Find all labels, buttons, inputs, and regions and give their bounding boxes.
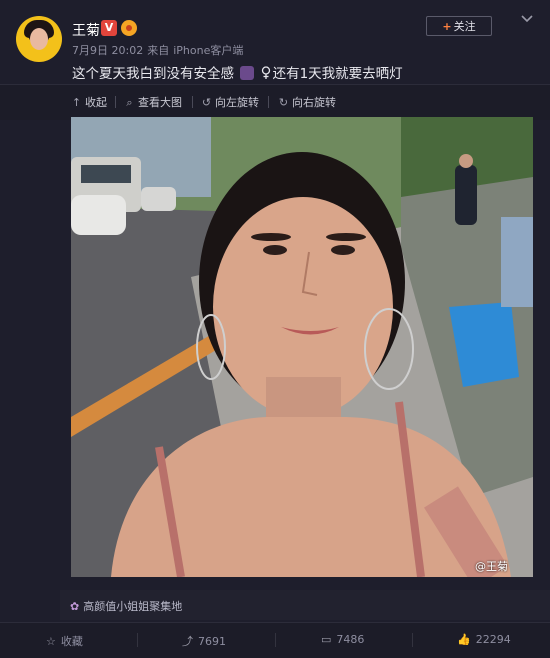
weibo-post-card: 王菊 V 7月9日 20:02 来自 iPhone客户端 + 关注 这个夏天我白到没有… <box>0 0 550 658</box>
like-count: 22294 <box>475 633 511 646</box>
post-timestamp[interactable]: 7月9日 20:02 <box>72 44 143 57</box>
rotate-left-button[interactable]: ↺ 向左旋转 <box>201 94 259 110</box>
divider <box>268 96 269 108</box>
arrow-up-icon: ↑ <box>71 96 82 109</box>
rotate-left-icon: ↺ <box>201 96 212 109</box>
divider <box>137 633 138 647</box>
divider <box>275 633 276 647</box>
post-meta: 7月9日 20:02 来自 iPhone客户端 <box>72 42 247 58</box>
comment-icon: ▭ <box>321 633 332 646</box>
comment-button[interactable]: ▭ 7486 <box>321 633 364 646</box>
post-source[interactable]: iPhone客户端 <box>173 44 243 57</box>
rotate-right-icon: ↻ <box>278 96 289 109</box>
topic-link[interactable]: ✿ 高颜值小姐姐聚集地 <box>70 598 182 614</box>
thumbs-up-icon: 👍 <box>457 633 471 646</box>
search-icon: ⌕ <box>126 96 133 109</box>
divider <box>192 96 193 108</box>
rotate-left-label: 向左旋转 <box>215 96 259 109</box>
follow-label: 关注 <box>453 20 476 33</box>
favorite-label: 收藏 <box>60 635 83 648</box>
female-sign-icon <box>261 66 270 79</box>
repost-button[interactable]: ⤴ 7691 <box>182 633 226 649</box>
image-watermark: @王菊 <box>475 560 508 573</box>
favorite-button[interactable]: ☆ 收藏 <box>46 633 83 649</box>
post-text-part2: 还有1天我就要去晒灯 <box>272 66 403 82</box>
username[interactable]: 王菊 <box>72 20 100 40</box>
star-icon: ☆ <box>46 635 56 648</box>
action-bar: ☆ 收藏 ⤴ 7691 ▭ 7486 👍 22294 <box>0 622 550 658</box>
repost-icon: ⤴ <box>182 635 193 648</box>
rotate-right-button[interactable]: ↻ 向右旋转 <box>278 94 336 110</box>
avatar[interactable] <box>16 16 62 62</box>
flower-icon: ✿ <box>70 600 80 613</box>
comment-count: 7486 <box>336 633 365 646</box>
view-large-button[interactable]: ⌕ 查看大图 <box>124 94 182 110</box>
collapse-label: 收起 <box>85 96 107 109</box>
selfie-illustration <box>71 117 533 577</box>
topic-label: 高颜值小姐姐聚集地 <box>83 600 183 613</box>
member-level-icon <box>121 20 137 36</box>
divider <box>115 96 116 108</box>
plus-icon: + <box>442 20 452 33</box>
rotate-right-label: 向右旋转 <box>292 96 336 109</box>
verified-badge-icon: V <box>101 20 117 36</box>
repost-count: 7691 <box>198 635 226 648</box>
emoji-icon <box>240 66 255 80</box>
post-text: 这个夏天我白到没有安全感 还有1天我就要去晒灯 <box>72 62 403 82</box>
avatar-face <box>30 28 48 50</box>
post-text-part1: 这个夏天我白到没有安全感 <box>72 66 234 82</box>
topic-row: ✿ 高颜值小姐姐聚集地 <box>0 590 550 620</box>
like-button[interactable]: 👍 22294 <box>457 633 511 646</box>
source-prefix: 来自 <box>147 44 170 57</box>
chevron-down-icon[interactable] <box>520 12 534 26</box>
post-image[interactable] <box>71 117 533 577</box>
divider <box>412 633 413 647</box>
view-large-label: 查看大图 <box>138 96 182 109</box>
divider <box>0 84 550 85</box>
collapse-button[interactable]: ↑ 收起 <box>71 94 107 110</box>
image-toolbar: ↑ 收起 ⌕ 查看大图 ↺ 向左旋转 ↻ 向右旋转 <box>0 84 550 120</box>
follow-button[interactable]: + 关注 <box>426 16 492 36</box>
